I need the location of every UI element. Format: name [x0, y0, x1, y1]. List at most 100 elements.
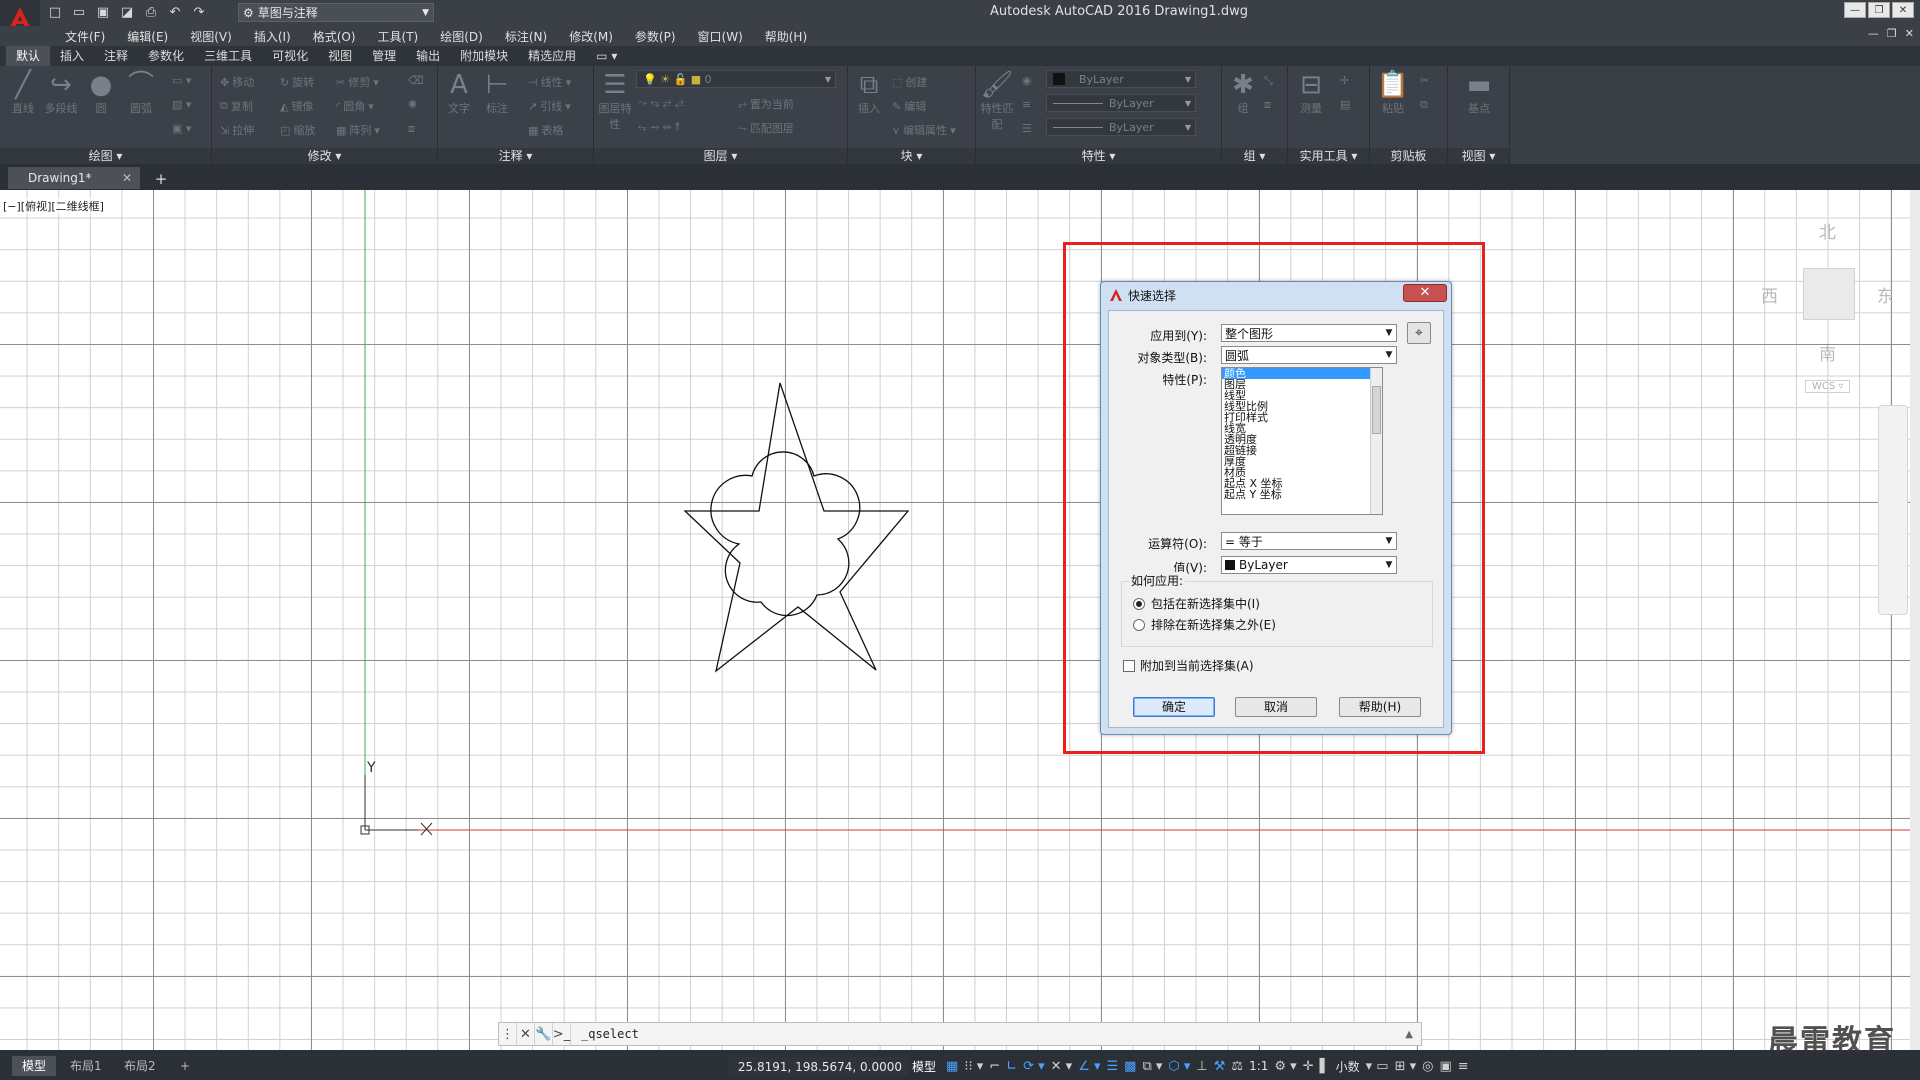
fillet-tool[interactable]: ◜ 圆角 ▾ — [336, 98, 374, 114]
tab-3d-tools[interactable]: 三维工具 — [194, 46, 262, 66]
list-item[interactable]: 厚度 — [1222, 456, 1382, 467]
set-current-tool[interactable]: ⥅ 置为当前 — [738, 96, 794, 112]
edit-attributes-tool[interactable]: ⋎ 编辑属性 ▾ — [892, 122, 956, 138]
tab-visualize[interactable]: 可视化 — [262, 46, 318, 66]
close-icon[interactable]: ✕ — [517, 1023, 535, 1045]
workspace-gear-icon[interactable]: ⚙ ▾ — [1274, 1059, 1296, 1074]
dialog-title-bar[interactable]: 快速选择 ✕ — [1101, 282, 1451, 308]
panel-title-draw[interactable]: 绘图 ▾ — [0, 148, 211, 164]
listbox-scrollbar[interactable] — [1370, 368, 1382, 514]
menu-parametric[interactable]: 参数(P) — [624, 28, 687, 45]
move-tool[interactable]: ✥ 移动 — [220, 74, 254, 90]
cut-icon[interactable]: ✂ — [1420, 74, 1429, 87]
wcs-dropdown[interactable]: WCS ▿ — [1805, 380, 1851, 393]
append-checkbox[interactable]: 附加到当前选择集(A) — [1123, 657, 1254, 674]
list-item[interactable]: 打印样式 — [1222, 412, 1382, 423]
open-file-icon[interactable]: ▭ — [70, 3, 88, 21]
clean-screen-icon[interactable]: ▣ — [1439, 1059, 1451, 1074]
transparency-icon[interactable]: ▩ — [1124, 1059, 1136, 1074]
viewcube-south[interactable]: 南 — [1819, 340, 1836, 365]
redo-icon[interactable]: ↷ — [190, 3, 208, 21]
menu-help[interactable]: 帮助(H) — [754, 28, 818, 45]
wrench-icon[interactable]: 🔧 — [535, 1023, 553, 1045]
color-dropdown[interactable]: ByLayer ▼ — [1046, 70, 1196, 88]
linetype-icon[interactable]: ≡ — [1022, 98, 1031, 111]
menu-draw[interactable]: 绘图(D) — [429, 28, 494, 45]
list-item[interactable]: 图层 — [1222, 379, 1382, 390]
osnap-icon[interactable]: ✕ ▾ — [1051, 1059, 1073, 1074]
menu-modify[interactable]: 修改(M) — [558, 28, 624, 45]
value-select[interactable]: ByLayer ▼ — [1221, 556, 1397, 574]
layer-tools-row2[interactable]: ⥆ ⥇ ⥈ ⥉ — [638, 120, 680, 134]
operator-select[interactable]: = 等于 ▼ — [1221, 532, 1397, 550]
rectangle-icon[interactable]: ▭ ▾ — [172, 74, 191, 87]
isolate-icon[interactable]: ⊞ ▾ — [1395, 1059, 1417, 1074]
lineweight-dropdown[interactable]: ByLayer ▼ — [1046, 118, 1196, 136]
list-item[interactable]: 起点 Y 坐标 — [1222, 489, 1382, 500]
linetype-dropdown[interactable]: ByLayer ▼ — [1046, 94, 1196, 112]
doc-restore-button[interactable]: ❐ — [1887, 27, 1897, 40]
layer-tools-row1[interactable]: ⤳ ⥃ ⥂ ⥄ — [638, 96, 684, 110]
grip-icon[interactable]: ⋮ — [499, 1023, 517, 1045]
offset-icon[interactable]: ⧈ — [408, 122, 415, 136]
mirror-tool[interactable]: ◭ 镜像 — [280, 98, 313, 114]
table-tool[interactable]: ▦ 表格 — [528, 122, 563, 138]
help-button[interactable]: 帮助(H) — [1339, 697, 1421, 717]
explode-icon[interactable]: ✺ — [408, 98, 417, 111]
model-space-button[interactable]: 模型 — [912, 1058, 936, 1075]
circle-tool[interactable]: ● 圆 — [84, 70, 118, 116]
tab-addins[interactable]: 附加模块 — [450, 46, 518, 66]
new-file-icon[interactable]: □ — [46, 3, 64, 21]
create-block-tool[interactable]: ⬚ 创建 — [892, 74, 927, 90]
infer-icon[interactable]: ⌐ — [989, 1059, 1000, 1074]
line-tool[interactable]: ╱ 直线 — [6, 70, 40, 116]
menu-tools[interactable]: 工具(T) — [367, 28, 430, 45]
copy-clip-icon[interactable]: ⧉ — [1420, 98, 1428, 112]
dynamic-ucs-icon[interactable]: ⊥ — [1196, 1059, 1207, 1074]
workspace-switcher[interactable]: ⚙ 草图与注释 ▼ — [238, 3, 434, 22]
tab-insert[interactable]: 插入 — [50, 46, 94, 66]
point-icon[interactable]: ✛ — [1340, 74, 1349, 87]
leader-tool[interactable]: ↗ 引线 ▾ — [528, 98, 571, 114]
save-icon[interactable]: ▣ — [94, 3, 112, 21]
viewcube-north[interactable]: 北 — [1819, 218, 1836, 243]
panel-title-block[interactable]: 块 ▾ — [848, 148, 975, 164]
chevron-up-icon[interactable]: ▲ — [1405, 1029, 1413, 1040]
tab-drawing1[interactable]: Drawing1* ✕ — [8, 167, 140, 189]
tab-parametric[interactable]: 参数化 — [138, 46, 194, 66]
text-tool[interactable]: A 文字 — [442, 70, 476, 116]
cancel-button[interactable]: 取消 — [1235, 697, 1317, 717]
hatch-icon[interactable]: ▨ ▾ — [172, 98, 191, 111]
add-layout-button[interactable]: + — [170, 1056, 200, 1076]
array-tool[interactable]: ▦ 阵列 ▾ — [336, 122, 380, 138]
dimension-tool[interactable]: ⊢ 标注 — [480, 70, 514, 116]
polar-icon[interactable]: ⟳ ▾ — [1023, 1059, 1045, 1074]
menu-insert[interactable]: 插入(I) — [243, 28, 302, 45]
lineweight-icon[interactable]: ☰ — [1022, 122, 1032, 135]
viewcube-east[interactable]: 东 — [1877, 282, 1894, 307]
object-type-select[interactable]: 圆弧 ▼ — [1221, 346, 1397, 364]
color-wheel-icon[interactable]: ◉ — [1022, 74, 1032, 87]
group-edit-icon[interactable]: ⧈ — [1264, 98, 1271, 112]
linear-tool[interactable]: ⊣ 线性 ▾ — [528, 74, 571, 90]
close-icon[interactable]: ✕ — [122, 171, 132, 185]
lineweight-toggle-icon[interactable]: ☰ — [1107, 1059, 1119, 1074]
tab-model[interactable]: 模型 — [12, 1056, 57, 1076]
calculator-icon[interactable]: ▤ — [1340, 98, 1350, 111]
rotate-tool[interactable]: ↻ 旋转 — [280, 74, 314, 90]
panel-title-annotation[interactable]: 注释 ▾ — [438, 148, 593, 164]
apply-to-select[interactable]: 整个图形 ▼ — [1221, 324, 1397, 342]
panel-title-layers[interactable]: 图层 ▾ — [594, 148, 847, 164]
navigation-bar[interactable] — [1878, 405, 1908, 615]
polyline-tool[interactable]: ↪ 多段线 — [44, 70, 78, 116]
print-icon[interactable]: ⎙ — [142, 3, 160, 21]
menu-dimension[interactable]: 标注(N) — [494, 28, 558, 45]
match-properties-tool[interactable]: 🖌 特性匹配 — [980, 70, 1014, 132]
viewport-controls[interactable]: [−][俯视][二维线框] — [3, 198, 104, 214]
panel-title-view[interactable]: 视图 ▾ — [1448, 148, 1509, 164]
quick-properties-icon[interactable]: ▾ ▭ — [1366, 1059, 1389, 1074]
otrack-icon[interactable]: ∠ ▾ — [1078, 1059, 1100, 1074]
new-tab-button[interactable]: + — [150, 170, 172, 188]
tab-annotate[interactable]: 注释 — [94, 46, 138, 66]
group-tool[interactable]: ✱ 组 — [1226, 70, 1260, 116]
